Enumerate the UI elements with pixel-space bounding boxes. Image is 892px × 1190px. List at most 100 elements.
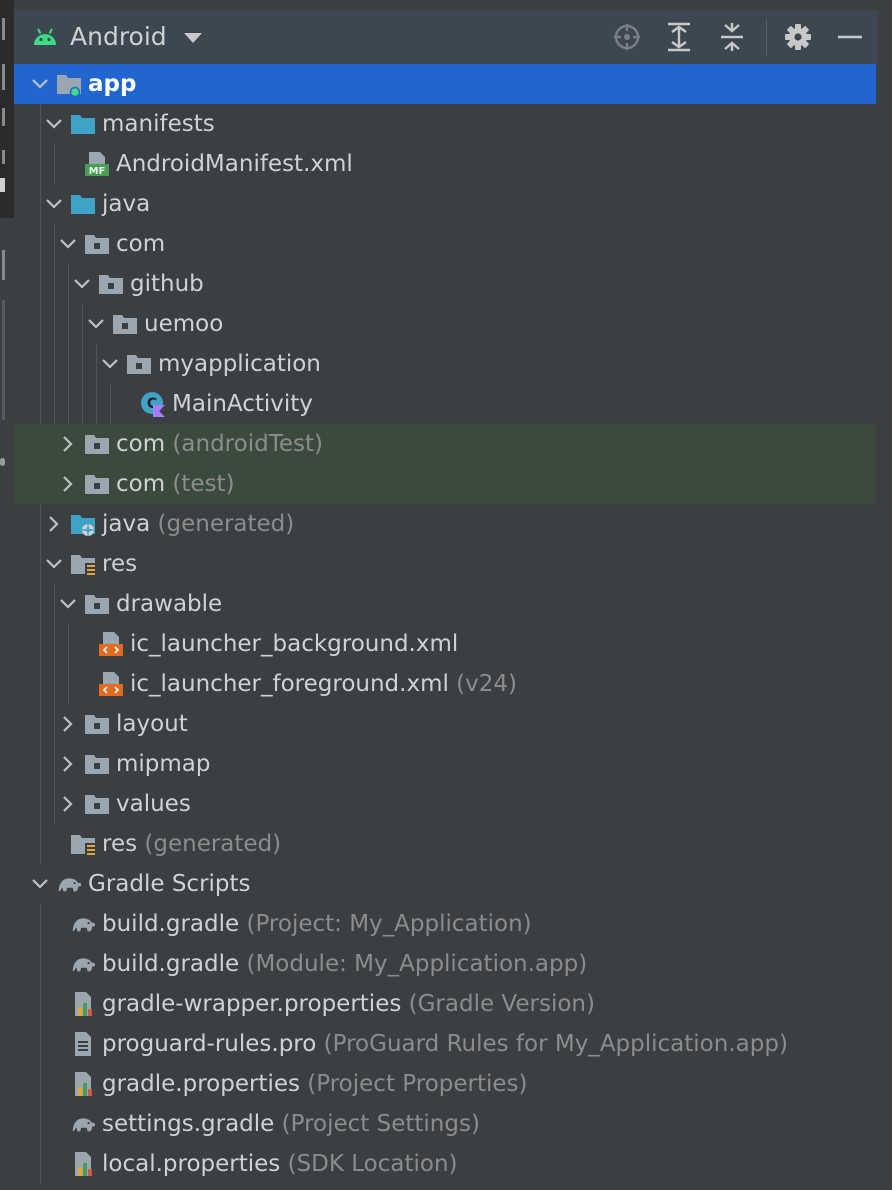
chevron-right-icon[interactable] — [58, 434, 78, 454]
tool-strip-tab[interactable] — [2, 18, 5, 40]
tree-row[interactable]: build.gradle (Project: My_Application) — [14, 904, 876, 944]
tree-row[interactable]: ic_launcher_foreground.xml (v24) — [14, 664, 876, 704]
tree-row[interactable]: res — [14, 544, 876, 584]
left-tool-strip — [0, 0, 14, 1190]
tree-item-name: java — [102, 191, 151, 217]
chevron-down-icon[interactable] — [30, 874, 50, 894]
tree-row[interactable]: gradle-wrapper.properties (Gradle Versio… — [14, 984, 876, 1024]
package-icon — [84, 791, 110, 817]
tree-item-name: MainActivity — [172, 391, 313, 417]
chevron-down-icon[interactable] — [100, 354, 120, 374]
tree-row[interactable]: com (androidTest) — [14, 424, 876, 464]
tree-row[interactable]: com — [14, 224, 876, 264]
tree-row[interactable]: settings.gradle (Project Settings) — [14, 1104, 876, 1144]
tree-item-name: ic_launcher_background.xml — [130, 631, 459, 657]
tree-item-name: local.properties — [102, 1151, 281, 1177]
chevron-down-icon[interactable] — [86, 314, 106, 334]
elephant-icon — [70, 951, 96, 977]
tree-item-qualifier: (Project Properties) — [299, 1071, 528, 1097]
project-tree[interactable]: app manifests MF AndroidManifest.xml java com… — [14, 64, 892, 1190]
tree-row[interactable]: com (test) — [14, 464, 876, 504]
minimize-button[interactable] — [835, 22, 865, 52]
tree-row[interactable]: myapplication — [14, 344, 876, 384]
right-edge — [878, 0, 892, 64]
tree-row[interactable]: layout — [14, 704, 876, 744]
settings-button[interactable] — [783, 22, 813, 52]
chevron-down-icon[interactable] — [44, 114, 64, 134]
tree-item-label: Gradle Scripts — [88, 871, 251, 897]
tree-row[interactable]: uemoo — [14, 304, 876, 344]
tree-item-label: build.gradle (Project: My_Application) — [102, 911, 532, 937]
project-toolbar: Android — [14, 10, 878, 64]
module-folder-icon — [56, 71, 82, 98]
package-icon — [84, 711, 110, 737]
locate-button[interactable] — [612, 22, 642, 52]
chevron-right-icon[interactable] — [58, 794, 78, 814]
tree-row[interactable]: local.properties (SDK Location) — [14, 1144, 876, 1184]
tree-item-label: gradle.properties (Project Properties) — [102, 1071, 527, 1097]
package-icon — [84, 231, 110, 257]
elephant-icon — [56, 871, 82, 897]
tree-row[interactable]: java — [14, 184, 876, 224]
tree-row[interactable]: java (generated) — [14, 504, 876, 544]
xml-file-icon — [98, 671, 124, 697]
view-mode-selector[interactable]: Android — [70, 22, 167, 51]
tree-item-name: AndroidManifest.xml — [116, 151, 353, 177]
tree-row[interactable]: MF AndroidManifest.xml — [14, 144, 876, 184]
tool-strip-tab[interactable] — [2, 108, 5, 126]
tree-item-label: com (test) — [116, 471, 235, 497]
properties-file-icon — [70, 1151, 96, 1177]
chevron-down-icon[interactable] — [58, 234, 78, 254]
tree-row[interactable]: gradle.properties (Project Properties) — [14, 1064, 876, 1104]
expand-all-button[interactable] — [664, 22, 694, 52]
tool-strip-tab[interactable] — [2, 64, 5, 90]
chevron-right-icon[interactable] — [58, 754, 78, 774]
tree-item-name: values — [116, 791, 191, 817]
tree-item-label: ic_launcher_background.xml — [130, 631, 458, 657]
chevron-down-icon[interactable] — [30, 74, 50, 94]
tree-row[interactable]: mipmap — [14, 744, 876, 784]
chevron-down-icon[interactable] — [44, 554, 64, 574]
kotlin-class-icon: C — [140, 391, 166, 417]
collapse-all-button[interactable] — [717, 22, 747, 52]
tree-item-qualifier: (test) — [165, 471, 235, 497]
text-file-icon — [70, 1031, 96, 1057]
tree-item-name: res — [102, 551, 138, 577]
chevron-down-icon[interactable] — [58, 594, 78, 614]
tree-item-label: ic_launcher_foreground.xml (v24) — [130, 671, 517, 697]
tree-row[interactable]: build.gradle (Module: My_Application.app… — [14, 944, 876, 984]
tree-row[interactable]: ic_launcher_background.xml — [14, 624, 876, 664]
chevron-right-icon[interactable] — [58, 474, 78, 494]
tool-strip-tab[interactable] — [2, 300, 5, 420]
chevron-down-icon[interactable] — [184, 33, 202, 43]
xml-file-icon — [98, 631, 124, 657]
tree-row[interactable]: C MainActivity — [14, 384, 876, 424]
tree-row[interactable]: res (generated) — [14, 824, 876, 864]
tree-row[interactable]: app — [14, 64, 876, 104]
tool-strip-tab[interactable] — [2, 250, 5, 280]
tree-item-name: manifests — [102, 111, 215, 137]
chevron-right-icon[interactable] — [44, 514, 64, 534]
tree-row[interactable]: drawable — [14, 584, 876, 624]
tree-item-name: com — [116, 431, 166, 457]
package-icon — [112, 311, 138, 337]
tree-item-name: github — [130, 271, 204, 297]
tool-strip-active-tab[interactable] — [0, 178, 5, 192]
tree-row[interactable]: values — [14, 784, 876, 824]
tree-row[interactable]: proguard-rules.pro (ProGuard Rules for M… — [14, 1024, 876, 1064]
chevron-down-icon[interactable] — [72, 274, 92, 294]
tree-row[interactable]: manifests — [14, 104, 876, 144]
tree-item-name: java — [102, 511, 151, 537]
chevron-right-icon[interactable] — [58, 714, 78, 734]
manifest-file-icon: MF — [84, 151, 110, 177]
tree-item-qualifier: (Module: My_Application.app) — [239, 951, 588, 977]
tree-row[interactable]: Gradle Scripts — [14, 864, 876, 904]
tree-item-name: uemoo — [144, 311, 224, 337]
tree-item-label: github — [130, 271, 204, 297]
tree-item-label: layout — [116, 711, 188, 737]
package-icon — [84, 431, 110, 457]
tool-strip-tab[interactable] — [2, 150, 5, 164]
chevron-down-icon[interactable] — [44, 194, 64, 214]
tree-item-label: drawable — [116, 591, 222, 617]
tree-row[interactable]: github — [14, 264, 876, 304]
